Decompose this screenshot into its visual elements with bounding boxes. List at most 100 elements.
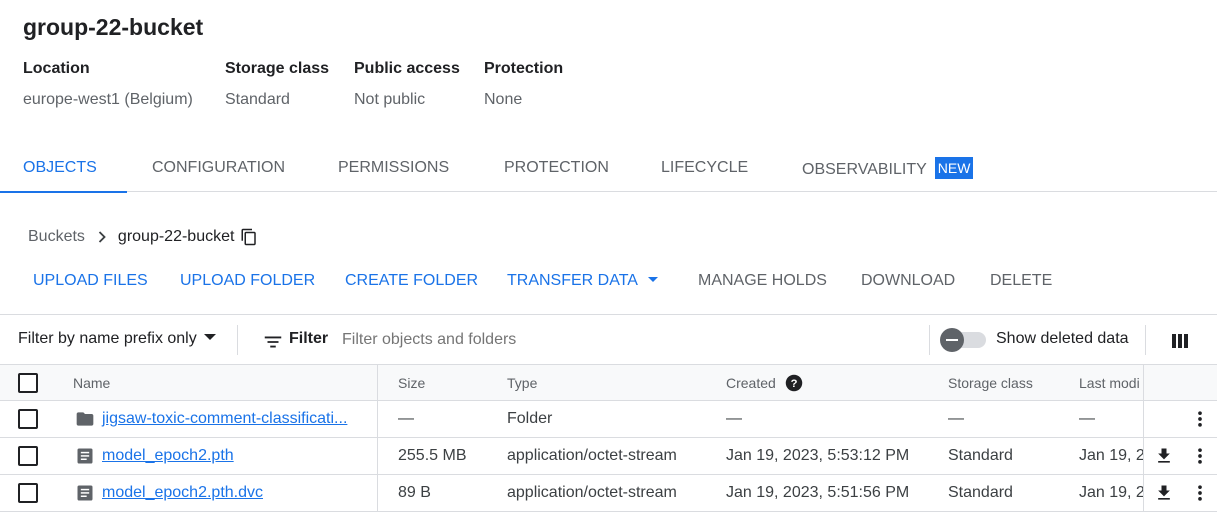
storage-class-cell: — [948,410,964,427]
new-badge: NEW [934,157,974,179]
select-all-checkbox[interactable] [18,372,38,393]
svg-text:?: ? [790,377,797,389]
row-checkbox[interactable] [18,409,38,429]
row-download-cell [1154,438,1174,474]
object-name-link[interactable]: model_epoch2.pth.dvc [102,484,263,502]
download-button[interactable]: DOWNLOAD [861,272,955,290]
tab-protection[interactable]: PROTECTION [504,146,609,192]
col-name[interactable]: Name [73,365,110,400]
folder-icon [76,412,94,426]
tab-permissions[interactable]: PERMISSIONS [338,146,449,192]
chevron-right-icon [98,231,106,243]
column-display-icon[interactable] [1170,331,1190,351]
tab-observability[interactable]: OBSERVABILITY NEW [802,146,974,192]
col-last-modified[interactable]: Last modi [1079,365,1143,400]
breadcrumb: Buckets group-22-bucket [28,227,258,247]
meta-label: Storage class [225,60,330,77]
tab-observability-label: OBSERVABILITY [802,161,927,178]
caret-down-icon [647,277,658,282]
filter-mode-label: Filter by name prefix only [18,330,197,347]
meta-location: Location europe-west1 (Belgium) [23,60,193,109]
select-all-cell [18,365,38,400]
more-vert-icon[interactable] [1190,409,1210,429]
objects-table: Name Size Type Created? Storage class La… [0,365,1217,512]
copy-icon[interactable] [240,228,258,246]
file-icon [77,485,93,501]
tab-bar: OBJECTS CONFIGURATION PERMISSIONS PROTEC… [0,146,1217,193]
column-divider [1143,475,1144,511]
col-type[interactable]: Type [507,365,537,400]
created-cell: Jan 19, 2023, 5:53:12 PM [726,447,910,464]
size-cell: 255.5 MB [398,447,467,464]
delete-button[interactable]: DELETE [990,272,1052,290]
row-checkbox[interactable] [18,446,38,466]
row-select-cell [18,475,38,511]
filter-mode-dropdown[interactable]: Filter by name prefix only [18,330,216,348]
breadcrumb-buckets-link[interactable]: Buckets [28,228,85,246]
tab-objects[interactable]: OBJECTS [0,146,127,193]
size-cell: 89 B [398,484,431,501]
meta-value: europe-west1 (Belgium) [23,91,193,108]
more-vert-icon[interactable] [1190,446,1210,466]
meta-storage-class: Storage class Standard [225,60,329,109]
name-cell: model_epoch2.pth [75,438,234,474]
column-divider [377,365,378,400]
tab-configuration[interactable]: CONFIGURATION [152,146,285,192]
upload-files-button[interactable]: UPLOAD FILES [33,272,148,290]
column-divider [377,401,378,437]
size-cell: — [398,410,414,427]
type-cell: application/octet-stream [507,484,677,501]
show-deleted-toggle[interactable] [940,328,988,352]
row-actions-cell [1190,475,1210,511]
transfer-data-label: TRANSFER DATA [507,272,638,289]
filter-input[interactable] [342,328,902,352]
filter-icon [264,336,282,348]
table-row: jigsaw-toxic-comment-classificati... — F… [0,401,1217,438]
meta-label: Public access [354,60,460,77]
download-icon[interactable] [1154,483,1174,503]
row-select-cell [18,438,38,474]
breadcrumb-current: group-22-bucket [117,228,235,245]
storage-class-cell: Standard [948,447,1013,464]
download-icon[interactable] [1154,446,1174,466]
upload-folder-button[interactable]: UPLOAD FOLDER [180,272,315,290]
object-name-link[interactable]: jigsaw-toxic-comment-classificati... [102,410,347,428]
last-modified-cell: Jan 19, 2 [1079,447,1143,464]
filter-label: Filter [289,330,329,347]
name-cell: jigsaw-toxic-comment-classificati... [75,401,347,437]
divider [1145,325,1146,355]
divider [237,325,238,355]
divider [929,325,930,355]
help-icon[interactable]: ? [785,374,803,392]
column-divider [1143,438,1144,474]
create-folder-button[interactable]: CREATE FOLDER [345,272,478,290]
row-checkbox[interactable] [18,483,38,503]
object-name-link[interactable]: model_epoch2.pth [102,447,234,465]
storage-class-cell: Standard [948,484,1013,501]
col-size[interactable]: Size [398,365,425,400]
created-cell: — [726,410,742,427]
type-cell: Folder [507,410,553,427]
col-created[interactable]: Created? [726,365,803,400]
more-vert-icon[interactable] [1190,483,1210,503]
manage-holds-button[interactable]: MANAGE HOLDS [698,272,827,290]
show-deleted-label: Show deleted data [996,330,1129,347]
caret-down-icon [203,334,216,340]
type-cell: application/octet-stream [507,447,677,464]
last-modified-cell: — [1079,410,1095,427]
row-download-cell [1154,475,1174,511]
transfer-data-button[interactable]: TRANSFER DATA [507,272,658,290]
toggle-knob [940,328,964,352]
file-icon [77,448,93,464]
column-divider [377,475,378,511]
tab-lifecycle[interactable]: LIFECYCLE [661,146,748,192]
meta-value: Standard [225,91,290,108]
created-cell: Jan 19, 2023, 5:51:56 PM [726,484,910,501]
meta-protection: Protection None [484,60,563,109]
last-modified-cell: Jan 19, 2 [1079,484,1143,501]
col-storage-class[interactable]: Storage class [948,365,1033,400]
meta-label: Protection [484,60,564,77]
table-row: model_epoch2.pth.dvc 89 B application/oc… [0,475,1217,512]
meta-label: Location [23,60,90,77]
meta-value: None [484,91,523,108]
